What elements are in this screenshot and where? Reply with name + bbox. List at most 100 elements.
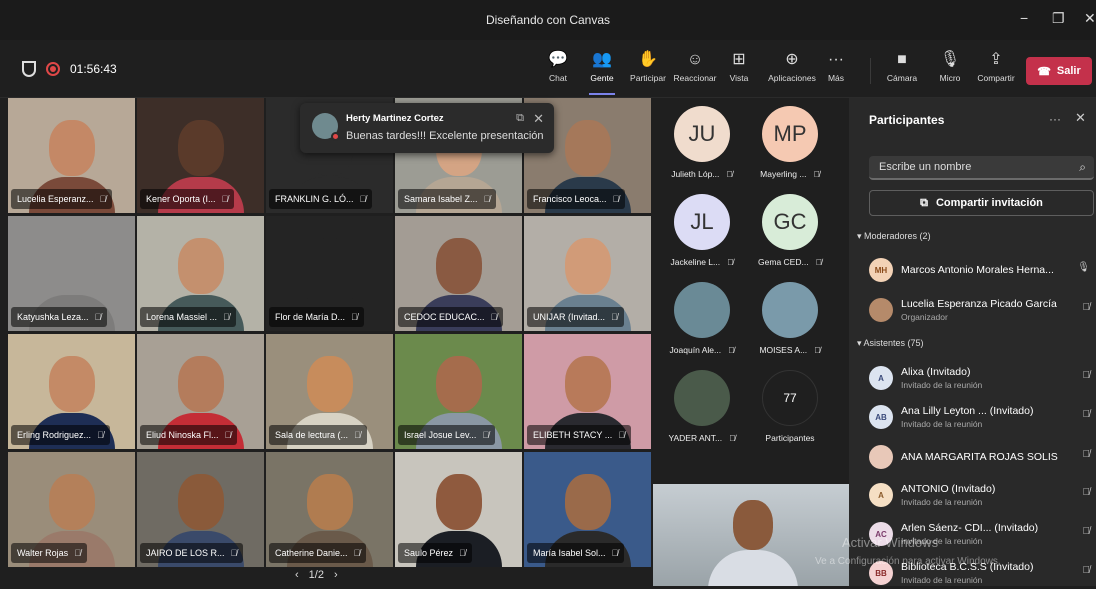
participant-list-item[interactable]: ANA MARGARITA ROJAS SOLIS 🎙̸: [869, 441, 1096, 473]
avatar: MH: [869, 258, 893, 282]
attendees-section[interactable]: ▾ Asistentes (75): [857, 338, 924, 349]
video-tile[interactable]: Catherine Danie... 🎙̸: [266, 452, 393, 567]
close-panel-icon[interactable]: ✕: [1075, 110, 1086, 126]
prev-page-button[interactable]: ‹: [295, 569, 299, 581]
participant-list-item[interactable]: MH Marcos Antonio Morales Herna... 🎙: [869, 254, 1096, 286]
participant-thumbnail[interactable]: 77 Participantes: [750, 370, 830, 443]
toolbar-label: Vista: [729, 73, 749, 83]
video-tile[interactable]: CEDOC EDUCAC... 🎙̸: [395, 216, 522, 331]
search-input[interactable]: Escribe un nombre ⌕: [869, 156, 1094, 180]
share-invite-button[interactable]: ⧉ Compartir invitación: [869, 190, 1094, 216]
toolbar-label: Gente: [590, 73, 614, 83]
toolbar-reaccionar-button[interactable]: ☺ Reaccionar: [672, 50, 718, 83]
video-tile[interactable]: Israel Josue Lev... 🎙̸: [395, 334, 522, 449]
video-tile[interactable]: JAIRO DE LOS R... 🎙̸: [137, 452, 264, 567]
mic-muted-icon: 🎙̸: [726, 169, 733, 179]
video-tile[interactable]: Lucelia Esperanz... 🎙̸: [8, 98, 135, 213]
mic-muted-icon: 🎙̸: [482, 430, 490, 440]
toolbar-compartir-button[interactable]: ⇪ Compartir: [973, 50, 1019, 83]
participant-nametag: Samara Isabel Z... 🎙̸: [398, 189, 497, 209]
participant-thumbnail[interactable]: YADER ANT... 🎙̸: [662, 370, 742, 443]
video-tile[interactable]: Sala de lectura (... 🎙̸: [266, 334, 393, 449]
participant-head: [48, 120, 95, 176]
maximize-button[interactable]: ❐: [1052, 10, 1065, 27]
participant-head: [733, 500, 773, 550]
participant-nametag: Lucelia Esperanz... 🎙̸: [11, 189, 113, 209]
participant-label: MOISES A... 🎙̸: [750, 345, 830, 355]
participant-name: Sala de lectura (...: [275, 430, 349, 440]
participant-nametag: Israel Josue Lev... 🎙̸: [398, 425, 496, 445]
video-tile[interactable]: ELIBETH STACY ... 🎙̸: [524, 334, 651, 449]
participant-list-item[interactable]: A Alixa (Invitado) Invitado de la reunión 🎙…: [869, 362, 1096, 394]
participant-thumbnail[interactable]: Joaquín Ale... 🎙̸: [662, 282, 742, 355]
toolbar-vista-button[interactable]: ⊞ Vista: [728, 50, 750, 83]
chat-notification[interactable]: Herty Martinez Cortez Buenas tardes!!! E…: [300, 103, 554, 153]
video-tile[interactable]: Kener Oporta (I... 🎙̸: [137, 98, 264, 213]
toolbar-gente-button[interactable]: 👥 Gente: [586, 50, 618, 95]
participant-nametag: Sala de lectura (... 🎙̸: [269, 425, 367, 445]
video-tile[interactable]: Erling Rodriguez... 🎙̸: [8, 334, 135, 449]
participant-nametag: ELIBETH STACY ... 🎙̸: [527, 425, 631, 445]
mic-muted-icon: 🎙̸: [483, 194, 491, 204]
mic-muted-icon: 🎙̸: [612, 194, 620, 204]
participant-label: Joaquín Ale... 🎙̸: [662, 345, 742, 355]
video-tile[interactable]: Katyushka Leza... 🎙̸: [8, 216, 135, 331]
leave-button[interactable]: ☎ Salir: [1026, 57, 1092, 85]
mic-muted-icon: 🎙̸: [97, 430, 104, 440]
participant-avatar: [762, 282, 818, 338]
participant-label: Mayerling ... 🎙̸: [750, 169, 830, 179]
participant-label: YADER ANT... 🎙̸: [662, 433, 742, 443]
toolbar-participar-button[interactable]: ✋ Participar: [626, 50, 670, 83]
participant-name: MOISES A...: [759, 345, 808, 355]
mic-muted-icon: 🎙̸: [490, 312, 498, 322]
mic-icon: 🎙̸: [1082, 565, 1091, 576]
moderators-section[interactable]: ▾ Moderadores (2): [857, 231, 931, 242]
toolbar-micro-button[interactable]: 🎙 Micro: [936, 50, 964, 83]
video-tile[interactable]: UNIJAR (Invitad... 🎙̸: [524, 216, 651, 331]
video-tile[interactable]: Lorena Massiel ... 🎙̸: [137, 216, 264, 331]
video-tile[interactable]: Flor de María D... 🎙̸: [266, 216, 393, 331]
participant-name: Ana Lilly Leyton ... (Invitado): [901, 405, 1034, 417]
page-indicator: 1/2: [308, 569, 324, 581]
participant-name: Lucelia Esperanz...: [17, 194, 94, 204]
participant-thumbnail[interactable]: JL Jackeline L... 🎙̸: [662, 194, 742, 267]
participant-thumbnail[interactable]: GC Gema CED... 🎙̸: [750, 194, 830, 267]
participant-list-item[interactable]: Lucelia Esperanza Picado García Organizad…: [869, 294, 1096, 326]
video-tile[interactable]: Eliud Ninoska Fl... 🎙̸: [137, 334, 264, 449]
participant-list-item[interactable]: AB Ana Lilly Leyton ... (Invitado) Invitad…: [869, 401, 1096, 433]
more-options-icon[interactable]: ···: [1049, 112, 1061, 126]
participant-name: Catherine Danie...: [275, 548, 348, 558]
participant-thumbnail[interactable]: MP Mayerling ... 🎙̸: [750, 106, 830, 179]
toolbar-ms-button[interactable]: ··· Más: [826, 50, 846, 83]
participant-name: ANA MARGARITA ROJAS SOLIS: [901, 451, 1058, 463]
participant-thumbnail[interactable]: JU Julieth Lóp... 🎙̸: [662, 106, 742, 179]
participant-nametag: Catherine Danie... 🎙̸: [269, 543, 367, 563]
participant-name: Julieth Lóp...: [671, 169, 720, 179]
toolbar-chat-button[interactable]: 💬 Chat: [548, 50, 568, 83]
avatar: AB: [869, 405, 893, 429]
toolbar-cmara-button[interactable]: ■ Cámara: [884, 50, 920, 83]
participant-list-item[interactable]: A ANTONIO (Invitado) Invitado de la reunió…: [869, 479, 1096, 511]
participant-avatar: 77: [762, 370, 818, 426]
video-tile[interactable]: Saulo Pérez 🎙̸: [395, 452, 522, 567]
participant-thumbnail[interactable]: MOISES A... 🎙̸: [750, 282, 830, 355]
toolbar-label: Compartir: [977, 73, 1015, 83]
participant-avatar: GC: [762, 194, 818, 250]
next-page-button[interactable]: ›: [334, 569, 338, 581]
video-tile[interactable]: María Isabel Sol... 🎙̸: [524, 452, 651, 567]
participant-head: [564, 238, 611, 294]
popout-icon[interactable]: ⧉: [516, 112, 524, 125]
notification-message: Buenas tardes!!! Excelente presentación: [346, 130, 544, 142]
minimize-button[interactable]: −: [1020, 10, 1028, 26]
mic-icon: 🎙̸: [1082, 302, 1091, 313]
video-tile[interactable]: Walter Rojas 🎙̸: [8, 452, 135, 567]
participant-name: ELIBETH STACY ...: [533, 430, 613, 440]
participant-role: Invitado de la reunión: [901, 380, 983, 390]
toolbar-aplicaciones-button[interactable]: ⊕ Aplicaciones: [762, 50, 822, 83]
close-notification-icon[interactable]: ✕: [533, 111, 544, 127]
close-button[interactable]: ✕: [1084, 10, 1096, 27]
featured-video[interactable]: [653, 484, 849, 586]
participant-head: [306, 474, 353, 530]
mic-icon: 🎙̸: [1082, 449, 1091, 460]
participant-head: [564, 120, 611, 176]
